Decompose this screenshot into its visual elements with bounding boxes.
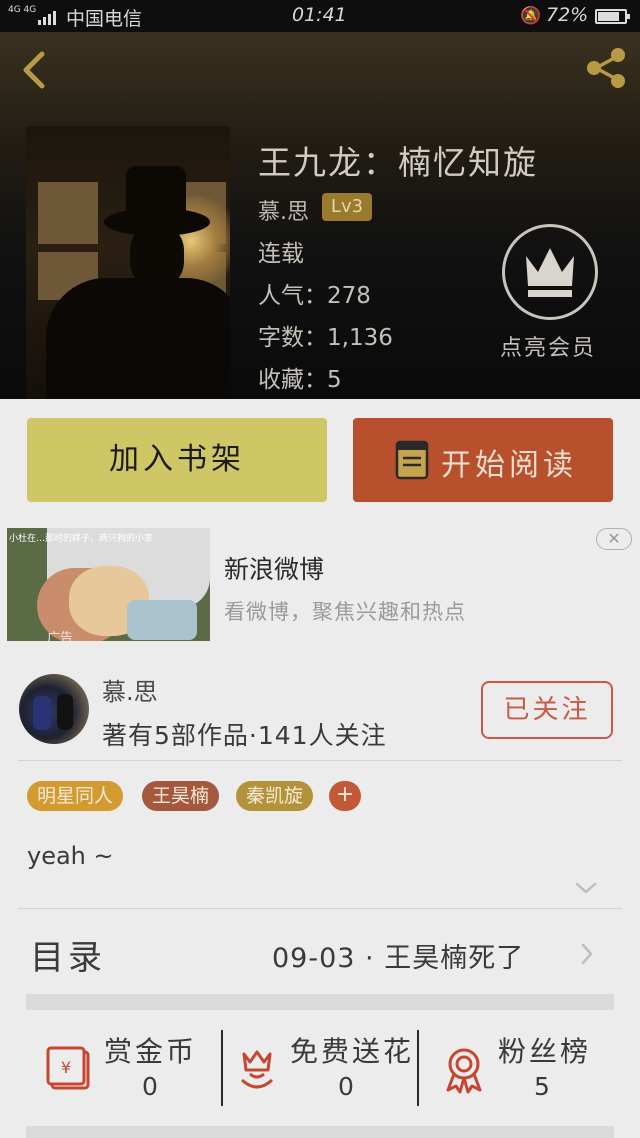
divider: [18, 908, 622, 909]
back-arrow-icon[interactable]: [18, 50, 54, 90]
tag-chip[interactable]: 明星同人: [27, 781, 124, 811]
book-info-card: 慕.思 著有5部作品·141人关注 已关注 明星同人 王昊楠 秦凯旋 + yea…: [0, 656, 640, 1138]
share-icon[interactable]: [582, 44, 630, 92]
word-count: 字数：1,136: [258, 325, 393, 351]
flower-icon: [240, 1050, 274, 1089]
ad-title[interactable]: 新浪微博: [224, 550, 324, 586]
clock: 01:41: [292, 4, 347, 26]
avatar[interactable]: [19, 674, 89, 744]
fan-ranking[interactable]: 粉丝榜 5: [440, 1030, 620, 1106]
author-name[interactable]: 慕.思: [102, 672, 158, 707]
divider: [221, 1030, 223, 1106]
battery-icon: [595, 9, 630, 24]
stat-value: 5: [534, 1072, 550, 1101]
tag-chip[interactable]: 王昊楠: [142, 781, 220, 811]
book-icon: [395, 440, 429, 480]
book-title: 王九龙：楠忆知旋: [258, 143, 538, 182]
stat-label: 粉丝榜: [498, 1035, 592, 1068]
book-intro: yeah ~: [27, 842, 114, 870]
stat-value: 0: [142, 1072, 158, 1101]
tag-chip[interactable]: 秦凯旋: [236, 781, 314, 811]
ad-image[interactable]: 小杜在…那时的样子，两只狗的小家 广告: [7, 528, 210, 641]
book-cover-image[interactable]: [26, 126, 230, 399]
popularity-count: 人气：278: [258, 283, 371, 309]
chevron-right-icon[interactable]: [580, 942, 594, 966]
red-envelope-icon: ¥: [46, 1046, 90, 1090]
toc-label[interactable]: 目录: [30, 930, 106, 979]
stat-value: 0: [338, 1072, 354, 1101]
medal-icon: [446, 1048, 482, 1094]
muted-bell-icon: 🔕: [520, 6, 542, 26]
serial-status: 连载: [258, 241, 304, 267]
section-separator: [26, 994, 614, 1010]
author-stats: 著有5部作品·141人关注: [102, 721, 387, 750]
send-flowers[interactable]: 免费送花 0: [232, 1030, 416, 1106]
book-author[interactable]: 慕.思: [258, 194, 309, 226]
favorites-count: 收藏：5: [258, 367, 342, 393]
chevron-down-icon[interactable]: [574, 880, 598, 896]
status-bar: 4G 4G 中国电信 01:41 🔕 72%: [0, 0, 640, 32]
start-reading-button[interactable]: 开始阅读: [353, 418, 613, 502]
vip-crown-button[interactable]: [502, 224, 598, 320]
carrier-name: 中国电信: [66, 8, 143, 30]
latest-chapter[interactable]: 09-03 · 王昊楠死了: [272, 936, 524, 975]
signal-bars-icon: [38, 9, 60, 25]
reward-coins[interactable]: ¥ 赏金币 0: [46, 1030, 216, 1106]
close-icon[interactable]: ✕: [596, 528, 632, 550]
signal-type: 4G 4G: [8, 5, 37, 15]
ad-banner[interactable]: 小杜在…那时的样子，两只狗的小家 广告 新浪微博 看微博，聚焦兴趣和热点 ✕: [0, 520, 640, 648]
section-separator: [26, 1126, 614, 1138]
author-level-badge: Lv3: [322, 193, 372, 221]
battery-percent: 72%: [546, 4, 589, 26]
ad-image-caption: 小杜在…那时的样子，两只狗的小家: [9, 534, 154, 544]
svg-text:¥: ¥: [61, 1058, 71, 1077]
crown-icon: [526, 248, 574, 297]
more-tags-button[interactable]: +: [329, 781, 361, 811]
ad-description[interactable]: 看微博，聚焦兴趣和热点: [224, 596, 466, 626]
add-to-shelf-button[interactable]: 加入书架: [27, 418, 327, 502]
vip-label[interactable]: 点亮会员: [500, 330, 596, 362]
stat-label: 免费送花: [290, 1035, 415, 1068]
start-reading-label: 开始阅读: [441, 448, 577, 483]
followed-button[interactable]: 已关注: [481, 681, 613, 739]
book-header: 王九龙：楠忆知旋 慕.思 Lv3 连载 人气：278 字数：1,136 收藏：5…: [0, 32, 640, 399]
ad-tag: 广告: [47, 631, 74, 641]
stat-label: 赏金币: [104, 1035, 198, 1068]
divider: [417, 1030, 419, 1106]
divider: [18, 760, 622, 761]
